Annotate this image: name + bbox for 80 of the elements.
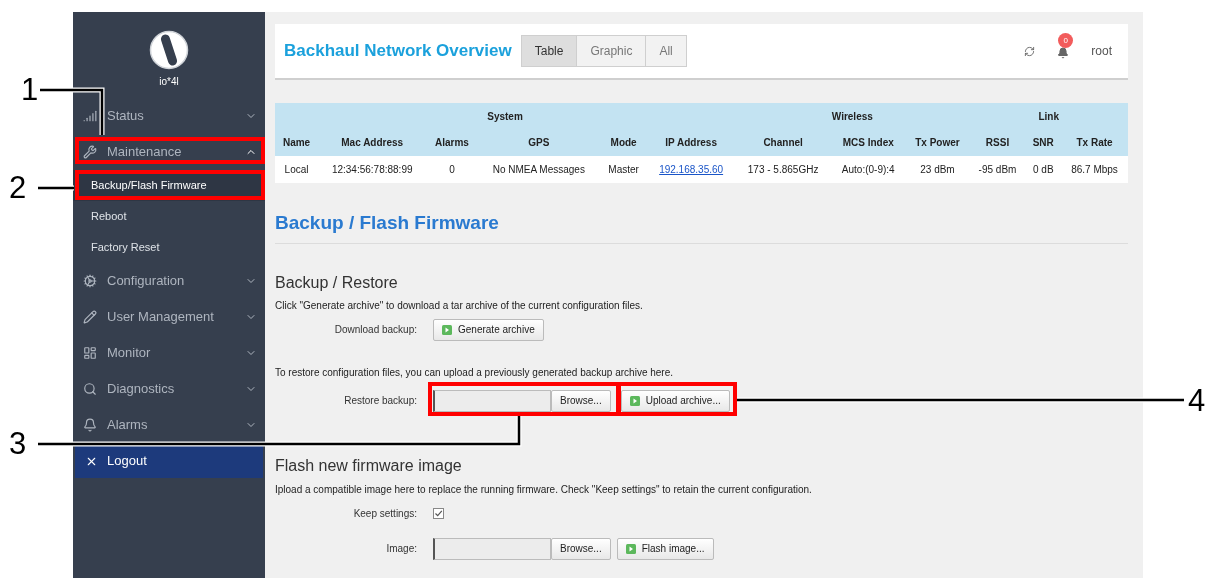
submenu-item[interactable]: Factory Reset	[73, 232, 265, 263]
file-field[interactable]	[433, 537, 551, 560]
callout-number: 3	[9, 428, 27, 459]
view-tab[interactable]: All	[645, 35, 687, 67]
grid-icon	[83, 346, 97, 360]
notification-badge: 0	[1058, 33, 1074, 48]
table-cell: 0 dB	[1025, 156, 1062, 183]
sidebar-item[interactable]: Alarms	[73, 407, 265, 443]
sidebar-item[interactable]: User Management	[73, 299, 265, 335]
callout-number: 1	[21, 74, 39, 105]
ip-link[interactable]: 192.168.35.60	[647, 156, 736, 183]
field-label: Restore backup:	[343, 394, 417, 408]
column-header: Alarms	[426, 129, 478, 156]
sidebar-item[interactable]: Maintenance	[73, 134, 265, 170]
column-header: GPS	[477, 129, 601, 156]
column-header: Mac Address	[318, 129, 427, 156]
field-label: Keep settings:	[352, 507, 417, 521]
bell-icon[interactable]	[1057, 47, 1070, 59]
callout-number: 4	[1188, 385, 1206, 416]
page-title: Backup / Flash Firmware	[275, 212, 499, 233]
upload-archive-button[interactable]: Upload archive...	[620, 389, 730, 412]
keep-settings-checkbox[interactable]	[433, 508, 444, 519]
wrench-icon	[83, 145, 97, 159]
page-header-title: Backhaul Network Overview	[284, 40, 512, 63]
leader-line	[40, 87, 105, 135]
column-group-header: Link	[969, 103, 1128, 129]
browse-button[interactable]: Browse...	[551, 537, 611, 560]
view-tab[interactable]: Graphic	[576, 35, 647, 67]
logo-icon	[149, 30, 189, 70]
field-label: Download backup:	[333, 323, 417, 337]
column-header: IP Address	[647, 129, 736, 156]
table-cell: No NMEA Messages	[477, 156, 601, 183]
sidebar-item[interactable]: Status	[73, 98, 265, 134]
view-tab[interactable]: Table	[520, 35, 578, 67]
refresh-icon[interactable]	[1024, 45, 1036, 57]
pencil-icon	[83, 310, 97, 324]
submenu-item[interactable]: Reboot	[73, 201, 265, 232]
table-cell: -95 dBm	[969, 156, 1026, 183]
section-description: To restore configuration files, you can upload a previously generated backup archive here.	[275, 365, 675, 380]
chart-icon	[83, 109, 97, 123]
callout-number: 2	[9, 172, 27, 203]
section-description: Click "Generate archive" to download a tar archive of the current configuration files.	[275, 298, 644, 313]
sidebar-item[interactable]: Configuration	[73, 263, 265, 299]
flash-image-button[interactable]: Flash image...	[616, 537, 714, 560]
generate-archive-button[interactable]: Generate archive	[433, 318, 544, 341]
table-cell: 0	[426, 156, 478, 183]
column-group-header: Wireless	[735, 103, 970, 129]
column-group-header: System	[275, 103, 736, 129]
column-header: Mode	[600, 129, 648, 156]
column-header: Channel	[735, 129, 832, 156]
section-title: Backup / Restore	[275, 272, 399, 293]
column-header: MCS Index	[831, 129, 906, 156]
search-icon	[83, 382, 97, 396]
file-field[interactable]	[433, 389, 551, 412]
section-title: Flash new firmware image	[275, 455, 463, 476]
table-cell: Local	[275, 156, 319, 183]
section-description: Ipload a compatible image here to replace the running firmware. Check "Keep settings" to retain the current configuration.	[275, 482, 813, 497]
field-label: Image:	[385, 542, 417, 556]
play-icon	[629, 395, 640, 406]
gear-icon	[83, 274, 97, 288]
column-header: RSSI	[969, 129, 1026, 156]
leader-line	[38, 185, 74, 191]
table-cell: Auto:(0-9):4	[831, 156, 906, 183]
table-cell: 12:34:56:78:88:99	[318, 156, 427, 183]
browse-button[interactable]: Browse...	[551, 389, 611, 412]
table-cell: 86.7 Mbps	[1061, 156, 1128, 183]
table-cell: Master	[600, 156, 648, 183]
bell-icon	[83, 418, 97, 432]
sidebar-item[interactable]: Diagnostics	[73, 371, 265, 407]
column-header: Tx Rate	[1061, 129, 1128, 156]
sidebar-item[interactable]: Monitor	[73, 335, 265, 371]
user-name[interactable]: root	[1091, 42, 1112, 60]
column-header: Tx Power	[905, 129, 970, 156]
table-cell: 173 - 5.865GHz	[735, 156, 832, 183]
table-cell: 23 dBm	[905, 156, 970, 183]
column-header: Name	[275, 129, 319, 156]
column-header: SNR	[1025, 129, 1062, 156]
logo-text: io*4l	[159, 75, 179, 89]
play-icon	[625, 543, 636, 554]
play-icon	[442, 324, 452, 335]
